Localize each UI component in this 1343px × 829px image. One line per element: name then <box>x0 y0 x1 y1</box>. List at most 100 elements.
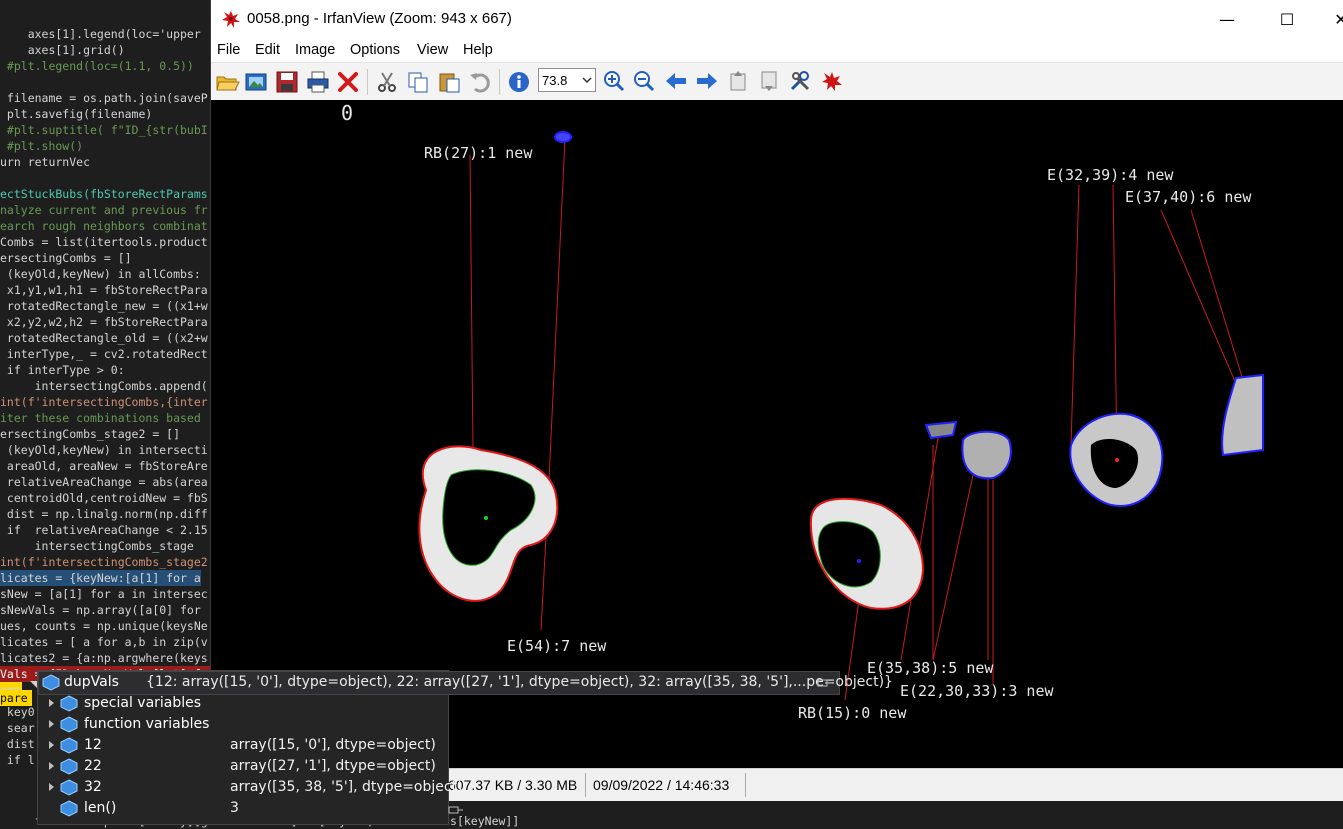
code-line[interactable]: if l <box>0 752 35 768</box>
code-line[interactable]: #plt.legend(loc=(1.1, 0.5)) <box>0 58 194 74</box>
datatip-row[interactable]: 12 array([15, '0'], dtype=object) <box>38 735 448 756</box>
variable-icon <box>60 737 78 754</box>
code-line[interactable]: relativeAreaChange = abs(area <box>0 474 208 490</box>
open-folder-icon[interactable] <box>214 69 240 95</box>
code-line[interactable]: earch rough neighbors combinat <box>0 218 208 234</box>
zoom-in-icon[interactable] <box>601 68 627 94</box>
copy-icon[interactable] <box>405 69 431 95</box>
chevron-right-icon[interactable] <box>47 697 57 709</box>
code-line[interactable]: #plt.suptitle( f"ID_{str(bubI <box>0 122 208 138</box>
datatip-row-value: array([27, '1'], dtype=object) <box>230 758 436 774</box>
paste-icon[interactable] <box>436 69 462 95</box>
menu-image[interactable]: Image <box>295 42 335 58</box>
datatip-row[interactable]: 32 array([35, 38, '5'], dtype=object) <box>38 777 463 798</box>
minimize-icon: — <box>1219 9 1235 29</box>
menu-edit[interactable]: Edit <box>255 42 280 58</box>
code-line[interactable]: x2,y2,w2,h2 = fbStoreRectPara <box>0 314 208 330</box>
code-line[interactable]: #plt.show() <box>0 138 83 154</box>
code-line[interactable]: sear <box>0 720 35 736</box>
save-icon[interactable] <box>274 69 300 95</box>
code-line[interactable]: licates = {keyNew:[a[1] for a <box>0 570 201 586</box>
info-icon[interactable] <box>506 69 532 95</box>
datatip-row[interactable]: 22 array([27, '1'], dtype=object) <box>38 756 448 777</box>
next-icon[interactable] <box>694 68 720 94</box>
code-line[interactable]: int(f'intersectingCombs_stage2 <box>0 554 208 570</box>
code-line[interactable]: dist <box>0 736 35 752</box>
chevron-right-icon[interactable] <box>47 718 57 730</box>
pin-icon[interactable] <box>448 804 464 816</box>
thumbnails-icon[interactable] <box>243 69 269 95</box>
chevron-right-icon[interactable] <box>47 760 57 772</box>
code-line[interactable]: licates2 = {a:np.argwhere(keys <box>0 650 208 666</box>
code-line[interactable]: filename = os.path.join(saveP <box>0 90 208 106</box>
close-button[interactable]: ✕ <box>1321 0 1343 38</box>
settings-icon[interactable] <box>787 68 813 94</box>
code-line[interactable]: iter these combinations based <box>0 410 201 426</box>
menu-file[interactable]: File <box>217 42 240 58</box>
code-line[interactable]: axes[1].grid() <box>0 42 125 58</box>
datatip-row[interactable]: special variables <box>38 693 448 714</box>
zoom-out-icon[interactable] <box>631 68 657 94</box>
code-line[interactable]: if relativeAreaChange < 2.15 <box>0 522 208 538</box>
last-page-icon[interactable] <box>756 68 782 94</box>
first-page-icon[interactable] <box>725 68 751 94</box>
delete-icon[interactable] <box>335 69 361 95</box>
minimize-button[interactable]: — <box>1204 0 1250 38</box>
print-icon[interactable] <box>305 69 331 95</box>
code-line[interactable]: sNew = [a[1] for a in intersec <box>0 586 208 602</box>
code-line[interactable]: if interType > 0: <box>0 362 125 378</box>
title-bar[interactable]: 0058.png - IrfanView (Zoom: 943 x 667) —… <box>211 0 1343 38</box>
chevron-right-icon[interactable] <box>47 781 57 793</box>
menu-view[interactable]: View <box>417 42 448 58</box>
code-line[interactable]: int(f'intersectingCombs,{inter <box>0 394 208 410</box>
code-line[interactable]: ersectingCombs = [] <box>0 250 132 266</box>
code-line[interactable]: centroidOld,centroidNew = fbS <box>0 490 208 506</box>
undo-icon[interactable] <box>467 69 493 95</box>
code-line[interactable]: sNewVals = np.array([a[0] for <box>0 602 201 618</box>
code-line[interactable]: axes[1].legend(loc='upper <box>0 26 201 42</box>
datatip-header[interactable]: dupVals {12: array([15, '0'], dtype=obje… <box>30 671 893 695</box>
code-line[interactable]: intersectingCombs_stage <box>0 538 194 554</box>
pin-icon[interactable] <box>817 677 833 689</box>
maximize-button[interactable]: ☐ <box>1264 0 1310 38</box>
code-line[interactable]: interType,_ = cv2.rotatedRect <box>0 346 208 362</box>
irfanview-logo-icon[interactable] <box>819 68 845 94</box>
code-line[interactable]: key0 <box>0 704 35 720</box>
code-line[interactable]: ersectingCombs_stage2 = [] <box>0 426 180 442</box>
image-canvas[interactable]: 0 RB(27):1 new E(32,39):4 new E(37,40):6… <box>211 100 1343 768</box>
variable-icon <box>60 758 78 775</box>
zoom-value: 73.8 <box>542 73 568 88</box>
chevron-right-icon[interactable] <box>47 739 57 751</box>
datatip-row[interactable]: function variables <box>38 714 448 735</box>
datatip-row[interactable]: len() 3 <box>38 798 448 819</box>
code-line[interactable]: (keyOld,keyNew) in intersecti <box>0 442 208 458</box>
code-line[interactable]: licates = [ a for a,b in zip(v <box>0 634 208 650</box>
bubble-left <box>418 445 559 602</box>
code-line[interactable]: x1,y1,w1,h1 = fbStoreRectPara <box>0 282 208 298</box>
prev-icon[interactable] <box>663 68 689 94</box>
code-line[interactable]: (keyOld,keyNew) in allCombs: <box>0 266 201 282</box>
code-line[interactable]: ues, counts = np.unique(keysNe <box>0 618 208 634</box>
maximize-icon: ☐ <box>1279 9 1295 29</box>
code-line[interactable]: intersectingCombs.append( <box>0 378 208 394</box>
menu-options[interactable]: Options <box>350 42 400 58</box>
zoom-combobox[interactable]: 73.8 <box>538 68 596 92</box>
code-line[interactable]: dist = np.linalg.norm(np.diff <box>0 506 208 522</box>
code-line[interactable]: areaOld, areaNew = fbStoreAre <box>0 458 208 474</box>
bubble-tiny <box>554 131 572 143</box>
cut-icon[interactable] <box>374 69 400 95</box>
code-line[interactable]: plt.savefig(filename) <box>0 106 152 122</box>
code-line[interactable]: Combs = list(itertools.product <box>0 234 208 250</box>
image-content: 0 RB(27):1 new E(32,39):4 new E(37,40):6… <box>341 101 1264 722</box>
frame-label: 0 <box>341 101 353 125</box>
code-line[interactable]: nalyze current and previous fr <box>0 202 208 218</box>
code-line[interactable]: rotatedRectangle_new = ((x1+w <box>0 298 208 314</box>
status-file-size: 607.37 KB / 3.30 MB <box>448 777 578 793</box>
toolbar-separator <box>499 69 500 95</box>
chevron-down-icon[interactable] <box>29 677 39 689</box>
code-line[interactable]: ectStuckBubs(fbStoreRectParams <box>0 186 208 202</box>
code-line[interactable]: urn returnVec <box>0 154 90 170</box>
code-line[interactable]: rotatedRectangle_old = ((x2+w <box>0 330 208 346</box>
menu-help[interactable]: Help <box>463 42 493 58</box>
bubble-edge <box>1221 373 1264 457</box>
